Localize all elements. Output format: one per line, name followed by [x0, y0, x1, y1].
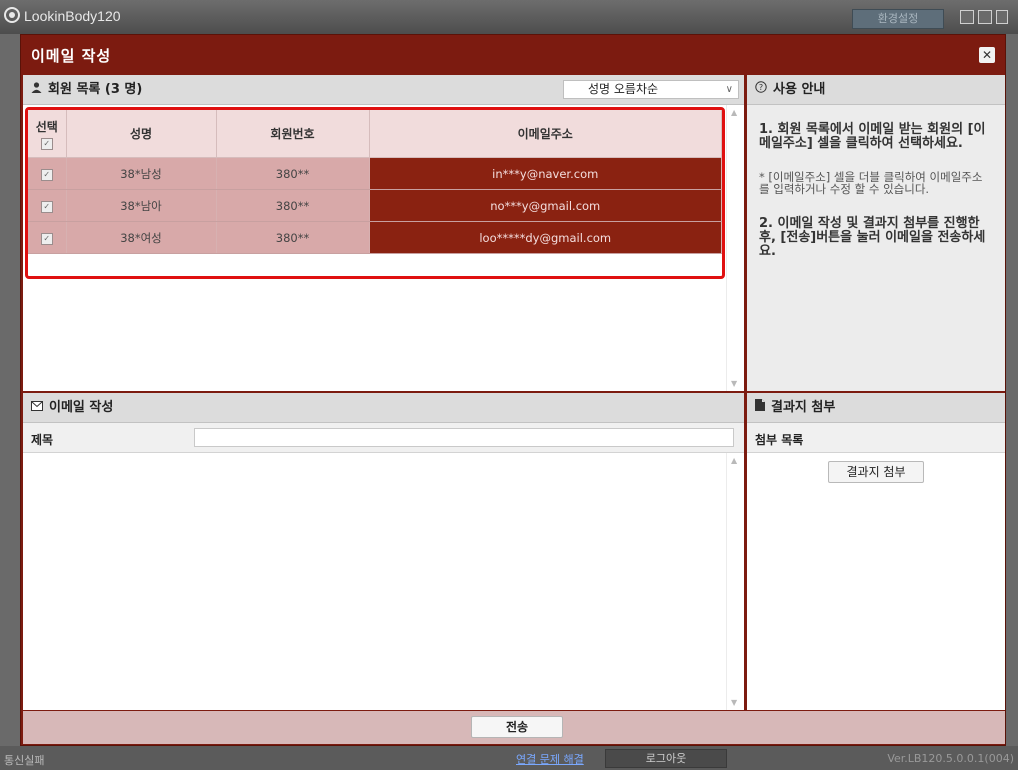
member-list-header: 회원 목록 (3 명) 성명 오름차순 ∨ [23, 75, 744, 105]
table-row[interactable]: ✓ 38*남성 380** in***y@naver.com [28, 157, 722, 190]
background-app-left [0, 34, 20, 746]
table-row[interactable]: ✓ 38*남아 380** no***y@gmail.com [28, 189, 722, 222]
usage-guide-header: ? 사용 안내 [747, 75, 1005, 105]
column-header-select[interactable]: 선택 ✓ [28, 110, 67, 158]
column-header-email[interactable]: 이메일주소 [369, 110, 722, 158]
usage-guide-panel: ? 사용 안내 1. 회원 목록에서 이메일 받는 회원의 [이메일주소] 셀을… [747, 75, 1005, 391]
settings-button[interactable]: 환경설정 [852, 9, 944, 29]
result-attach-panel: 결과지 첨부 첨부 목록 결과지 첨부 [747, 393, 1005, 710]
member-number-cell[interactable]: 380** [216, 189, 370, 222]
scroll-up-icon[interactable]: ▲ [731, 456, 737, 465]
close-window-icon[interactable] [996, 10, 1008, 24]
subject-row: 제목 [23, 423, 744, 453]
usage-guide-body: 1. 회원 목록에서 이메일 받는 회원의 [이메일주소] 셀을 클릭하여 선택… [759, 123, 989, 259]
fix-connection-link[interactable]: 연결 문제 해결 [516, 751, 584, 767]
member-email-cell[interactable]: loo*****dy@gmail.com [369, 221, 722, 254]
subject-input[interactable] [194, 428, 734, 447]
scroll-down-icon[interactable]: ▼ [731, 698, 737, 707]
column-select-label: 선택 [35, 119, 58, 134]
guide-note: * [이메일주소] 셀을 더블 클릭하여 이메일주소를 입력하거나 수정 할 수… [759, 170, 983, 196]
email-compose-dialog: 이메일 작성 ✕ 회원 목록 (3 명) 성명 오름차순 ∨ 선택 ✓ 성명 회… [20, 34, 1006, 746]
attach-result-button[interactable]: 결과지 첨부 [828, 461, 924, 483]
background-app-right [1006, 34, 1018, 746]
select-all-checkbox[interactable]: ✓ [40, 137, 53, 150]
attach-header: 결과지 첨부 [747, 393, 1005, 423]
logout-button[interactable]: 로그아웃 [605, 749, 727, 768]
send-button[interactable]: 전송 [471, 716, 563, 738]
status-bar: 통신실패 연결 문제 해결 로그아웃 Ver.LB120.5.0.0.1(004… [0, 746, 1018, 770]
guide-step-1: 1. 회원 목록에서 이메일 받는 회원의 [이메일주소] 셀을 클릭하여 선택… [759, 122, 986, 151]
scroll-up-icon[interactable]: ▲ [731, 108, 737, 117]
dialog-title: 이메일 작성 [31, 47, 112, 65]
version-label: Ver.LB120.5.0.0.1(004) [887, 752, 1014, 765]
column-header-number[interactable]: 회원번호 [216, 110, 370, 158]
email-compose-panel: 이메일 작성 제목 ▲ ▼ [23, 393, 744, 710]
scroll-down-icon[interactable]: ▼ [731, 379, 737, 388]
usage-guide-title: 사용 안내 [773, 82, 826, 97]
question-circle-icon: ? [755, 75, 767, 105]
member-number-cell[interactable]: 380** [216, 221, 370, 254]
person-icon [31, 75, 42, 105]
member-list-panel: 회원 목록 (3 명) 성명 오름차순 ∨ 선택 ✓ 성명 회원번호 이메일주소… [23, 75, 744, 391]
column-header-name[interactable]: 성명 [66, 110, 217, 158]
member-list-scrollbar[interactable]: ▲ ▼ [726, 105, 744, 391]
dialog-footer: 전송 [23, 711, 1005, 744]
app-logo-icon [4, 7, 20, 23]
member-email-cell[interactable]: in***y@naver.com [369, 157, 722, 190]
member-list-title: 회원 목록 (3 명) [48, 82, 143, 97]
row-checkbox[interactable]: ✓ [40, 233, 53, 245]
table-row[interactable]: ✓ 38*여성 380** loo*****dy@gmail.com [28, 221, 722, 254]
attach-title: 결과지 첨부 [771, 400, 836, 415]
row-checkbox[interactable]: ✓ [40, 201, 53, 213]
app-title: LookinBody120 [24, 8, 121, 24]
maximize-icon[interactable] [978, 10, 992, 24]
member-name-cell[interactable]: 38*여성 [66, 221, 217, 254]
envelope-icon [31, 393, 43, 423]
email-body-scrollbar[interactable]: ▲ ▼ [726, 453, 744, 710]
document-icon [755, 393, 765, 423]
svg-text:?: ? [759, 83, 763, 92]
member-name-cell[interactable]: 38*남아 [66, 189, 217, 222]
table-header-row: 선택 ✓ 성명 회원번호 이메일주소 [28, 110, 722, 158]
member-number-cell[interactable]: 380** [216, 157, 370, 190]
subject-label: 제목 [31, 433, 54, 447]
guide-step-2: 2. 이메일 작성 및 결과지 첨부를 진행한 후, [전송]버튼을 눌러 이메… [759, 216, 986, 259]
member-name-cell[interactable]: 38*남성 [66, 157, 217, 190]
close-icon[interactable]: ✕ [979, 47, 995, 63]
sort-value: 성명 오름차순 [588, 82, 659, 96]
compose-header: 이메일 작성 [23, 393, 744, 423]
email-body-textarea[interactable] [23, 453, 727, 710]
app-titlebar: LookinBody120 환경설정 [0, 0, 1018, 34]
sort-select[interactable]: 성명 오름차순 ∨ [563, 80, 739, 99]
member-email-cell[interactable]: no***y@gmail.com [369, 189, 722, 222]
compose-title: 이메일 작성 [49, 400, 114, 415]
member-table: 선택 ✓ 성명 회원번호 이메일주소 ✓ 38*남성 380** in***y@… [25, 107, 725, 279]
minimize-icon[interactable] [960, 10, 974, 24]
chevron-down-icon: ∨ [725, 84, 733, 95]
row-checkbox[interactable]: ✓ [40, 169, 53, 181]
connection-status: 통신실패 [4, 754, 45, 767]
attachment-list-label: 첨부 목록 [747, 423, 1005, 453]
